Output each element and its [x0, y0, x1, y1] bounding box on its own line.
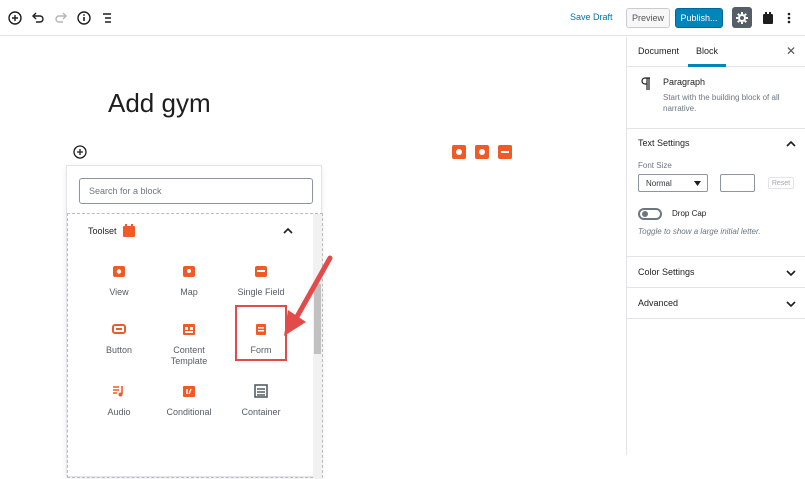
- tab-block[interactable]: Block: [696, 46, 718, 56]
- block-label: Single Field: [237, 287, 285, 297]
- button-icon: [112, 322, 126, 336]
- view-eye-icon[interactable]: [452, 145, 466, 159]
- conditional-icon: [182, 384, 196, 398]
- reset-button[interactable]: Reset: [768, 177, 794, 189]
- editor-canvas: Add gym Search for a block Toolset View …: [0, 37, 626, 479]
- block-item-content-template[interactable]: Content Template: [154, 322, 224, 367]
- map-pin-icon[interactable]: [475, 145, 489, 159]
- view-eye-icon: [112, 264, 126, 278]
- single-field-icon[interactable]: [498, 145, 512, 159]
- block-item-button[interactable]: Button: [84, 322, 154, 356]
- audio-icon: [112, 384, 126, 398]
- toolset-plugin-icon[interactable]: [759, 9, 777, 27]
- add-block-icon[interactable]: [6, 9, 24, 27]
- font-size-label: Font Size: [638, 161, 672, 170]
- color-settings-panel[interactable]: Color Settings: [627, 257, 805, 288]
- chevron-up-icon[interactable]: [786, 140, 796, 148]
- save-draft-link[interactable]: Save Draft: [570, 12, 613, 22]
- block-label: View: [109, 287, 129, 297]
- chevron-up-icon[interactable]: [282, 226, 294, 236]
- drop-cap-label: Drop Cap: [672, 209, 707, 218]
- map-pin-icon: [182, 264, 196, 278]
- block-item-view[interactable]: View: [84, 264, 154, 298]
- block-item-map[interactable]: Map: [154, 264, 224, 298]
- color-settings-title: Color Settings: [638, 267, 695, 277]
- info-icon[interactable]: [75, 9, 93, 27]
- more-options-icon[interactable]: [780, 9, 798, 27]
- advanced-panel[interactable]: Advanced: [627, 288, 805, 319]
- gear-icon: [736, 11, 748, 24]
- chevron-down-icon: [786, 301, 796, 308]
- block-navigation-icon[interactable]: [98, 9, 116, 27]
- chevron-down-icon: [694, 181, 701, 186]
- toolset-logo-icon: [122, 224, 135, 237]
- advanced-title: Advanced: [638, 298, 679, 308]
- paragraph-icon: [641, 77, 650, 90]
- annotation-arrow-icon: [284, 255, 333, 336]
- toolset-quick-blocks: [452, 145, 512, 159]
- block-item-conditional[interactable]: Conditional: [154, 384, 224, 418]
- preview-button[interactable]: Preview: [626, 8, 670, 28]
- toolset-panel-title: Toolset: [88, 225, 117, 236]
- settings-button[interactable]: [732, 7, 752, 28]
- chevron-down-icon: [786, 270, 796, 277]
- redo-icon[interactable]: [52, 9, 70, 27]
- undo-icon[interactable]: [29, 9, 47, 27]
- single-field-icon: [254, 264, 268, 278]
- block-card-title: Paragraph: [663, 77, 706, 87]
- sidebar-tabs: Document Block ✕: [627, 37, 805, 67]
- font-size-value: Normal: [646, 178, 672, 188]
- text-settings-title[interactable]: Text Settings: [638, 138, 690, 148]
- block-label: Container: [241, 407, 281, 417]
- block-label: Audio: [107, 407, 131, 417]
- block-item-container[interactable]: Container: [226, 384, 296, 418]
- block-label: Content Template: [170, 345, 208, 366]
- block-search-input[interactable]: Search for a block: [79, 178, 313, 204]
- block-card: Paragraph Start with the building block …: [627, 67, 805, 129]
- block-card-description: Start with the building block of all nar…: [663, 93, 780, 113]
- font-size-select[interactable]: Normal: [638, 174, 708, 192]
- custom-font-size-input[interactable]: [720, 174, 755, 192]
- settings-sidebar: Document Block ✕ Paragraph Start with th…: [626, 37, 805, 455]
- editor-toolbar: Save Draft Preview Publish...: [0, 0, 805, 36]
- close-icon[interactable]: ✕: [786, 44, 796, 58]
- block-item-audio[interactable]: Audio: [84, 384, 154, 418]
- post-title[interactable]: Add gym: [108, 88, 211, 119]
- publish-button[interactable]: Publish...: [675, 8, 723, 28]
- block-label: Button: [105, 345, 133, 355]
- text-settings-panel: Text Settings: [627, 129, 805, 257]
- block-label: Map: [180, 287, 198, 297]
- container-icon: [254, 384, 268, 398]
- drop-cap-toggle[interactable]: [638, 208, 662, 220]
- drop-cap-help: Toggle to show a large initial letter.: [638, 227, 761, 236]
- toolset-panel-header[interactable]: Toolset: [88, 224, 135, 237]
- tab-document[interactable]: Document: [638, 46, 679, 56]
- content-template-icon: [182, 322, 196, 336]
- block-label: Conditional: [166, 407, 212, 417]
- inserter-plus-icon[interactable]: [73, 145, 87, 159]
